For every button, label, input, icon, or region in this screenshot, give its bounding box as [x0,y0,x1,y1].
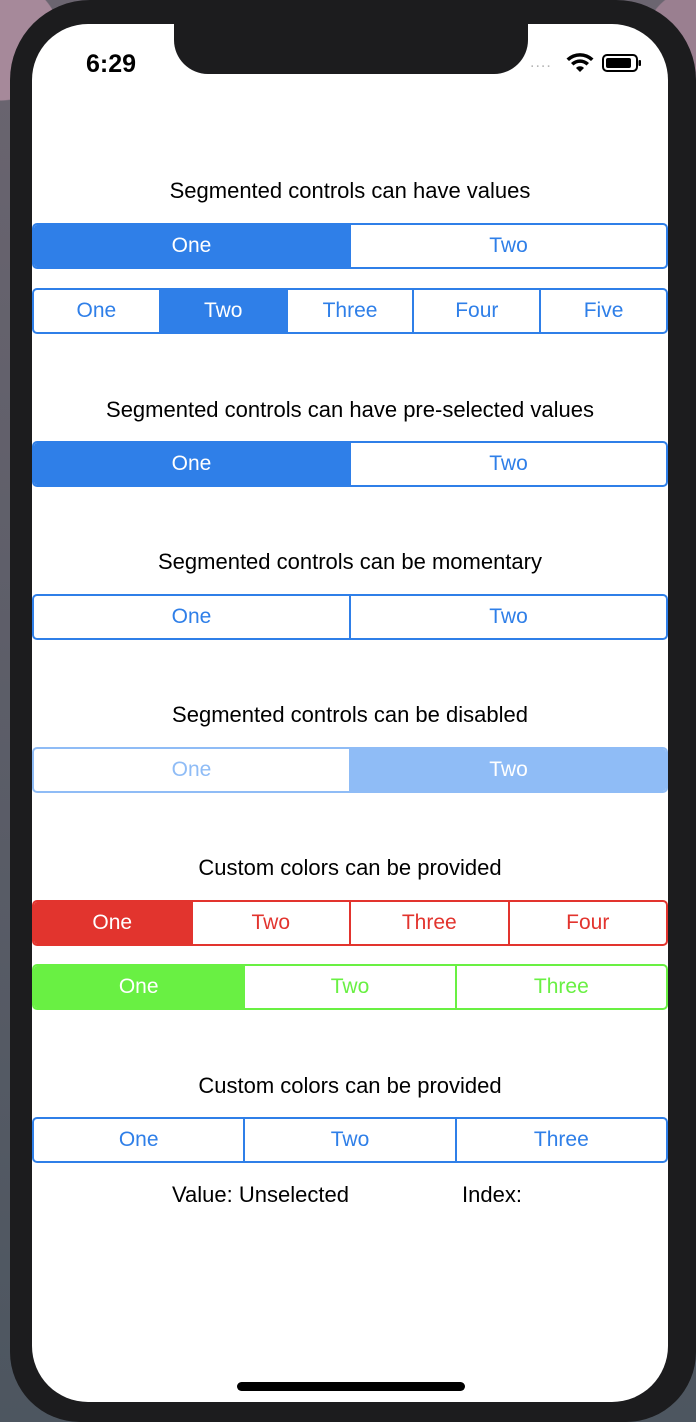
segment-three[interactable]: Three [288,290,415,332]
segmented-control-unselected: One Two Three [32,1117,668,1163]
segmented-control-values-five: One Two Three Four Five [32,288,668,334]
segment-three[interactable]: Three [457,1119,666,1161]
section-title-disabled: Segmented controls can be disabled [172,702,528,727]
segment-one[interactable]: One [34,443,351,485]
segmented-control-green: One Two Three [32,964,668,1010]
segment-two[interactable]: Two [351,596,666,638]
segment-two[interactable]: Two [245,966,457,1008]
section-title-momentary: Segmented controls can be momentary [158,549,542,574]
segmented-control-red: One Two Three Four [32,900,668,946]
segment-two: Two [351,749,666,791]
segmented-control-preselected: One Two [32,441,668,487]
segmented-control-values-two: One Two [32,223,668,269]
segment-one[interactable]: One [34,290,161,332]
section-title-preselected: Segmented controls can have pre-selected… [106,397,594,422]
app-screen: 6:29 .... Segmented controls can have va… [32,24,668,1402]
segment-five[interactable]: Five [541,290,666,332]
segment-four[interactable]: Four [414,290,542,332]
segment-two[interactable]: Two [351,225,666,267]
segment-one[interactable]: One [34,596,351,638]
status-time: 6:29 [86,50,137,78]
segment-two[interactable]: Two [160,290,288,332]
home-indicator[interactable] [237,1382,465,1391]
segment-one[interactable]: One [34,902,193,944]
section-title-values: Segmented controls can have values [169,178,531,203]
signal-indicator: .... [530,54,552,71]
segment-two[interactable]: Two [351,443,666,485]
segment-three[interactable]: Three [457,966,666,1008]
segment-three[interactable]: Three [351,902,510,944]
segment-one[interactable]: One [34,966,246,1008]
section-title-custom-colors: Custom colors can be provided [198,855,502,880]
battery-icon [602,54,641,72]
segmented-control-disabled: One Two [32,747,668,793]
value-label: Value: Unselected [172,1182,349,1207]
index-label: Index: [462,1182,522,1207]
segment-one[interactable]: One [34,1119,246,1161]
segment-four[interactable]: Four [510,902,667,944]
segment-one: One [34,749,351,791]
segmented-control-momentary: One Two [32,594,668,640]
section-title-custom-colors-2: Custom colors can be provided [198,1073,502,1098]
notch [174,24,528,74]
segment-one[interactable]: One [34,225,351,267]
wifi-icon [566,53,594,72]
segment-two[interactable]: Two [193,902,351,944]
segment-two[interactable]: Two [245,1119,457,1161]
